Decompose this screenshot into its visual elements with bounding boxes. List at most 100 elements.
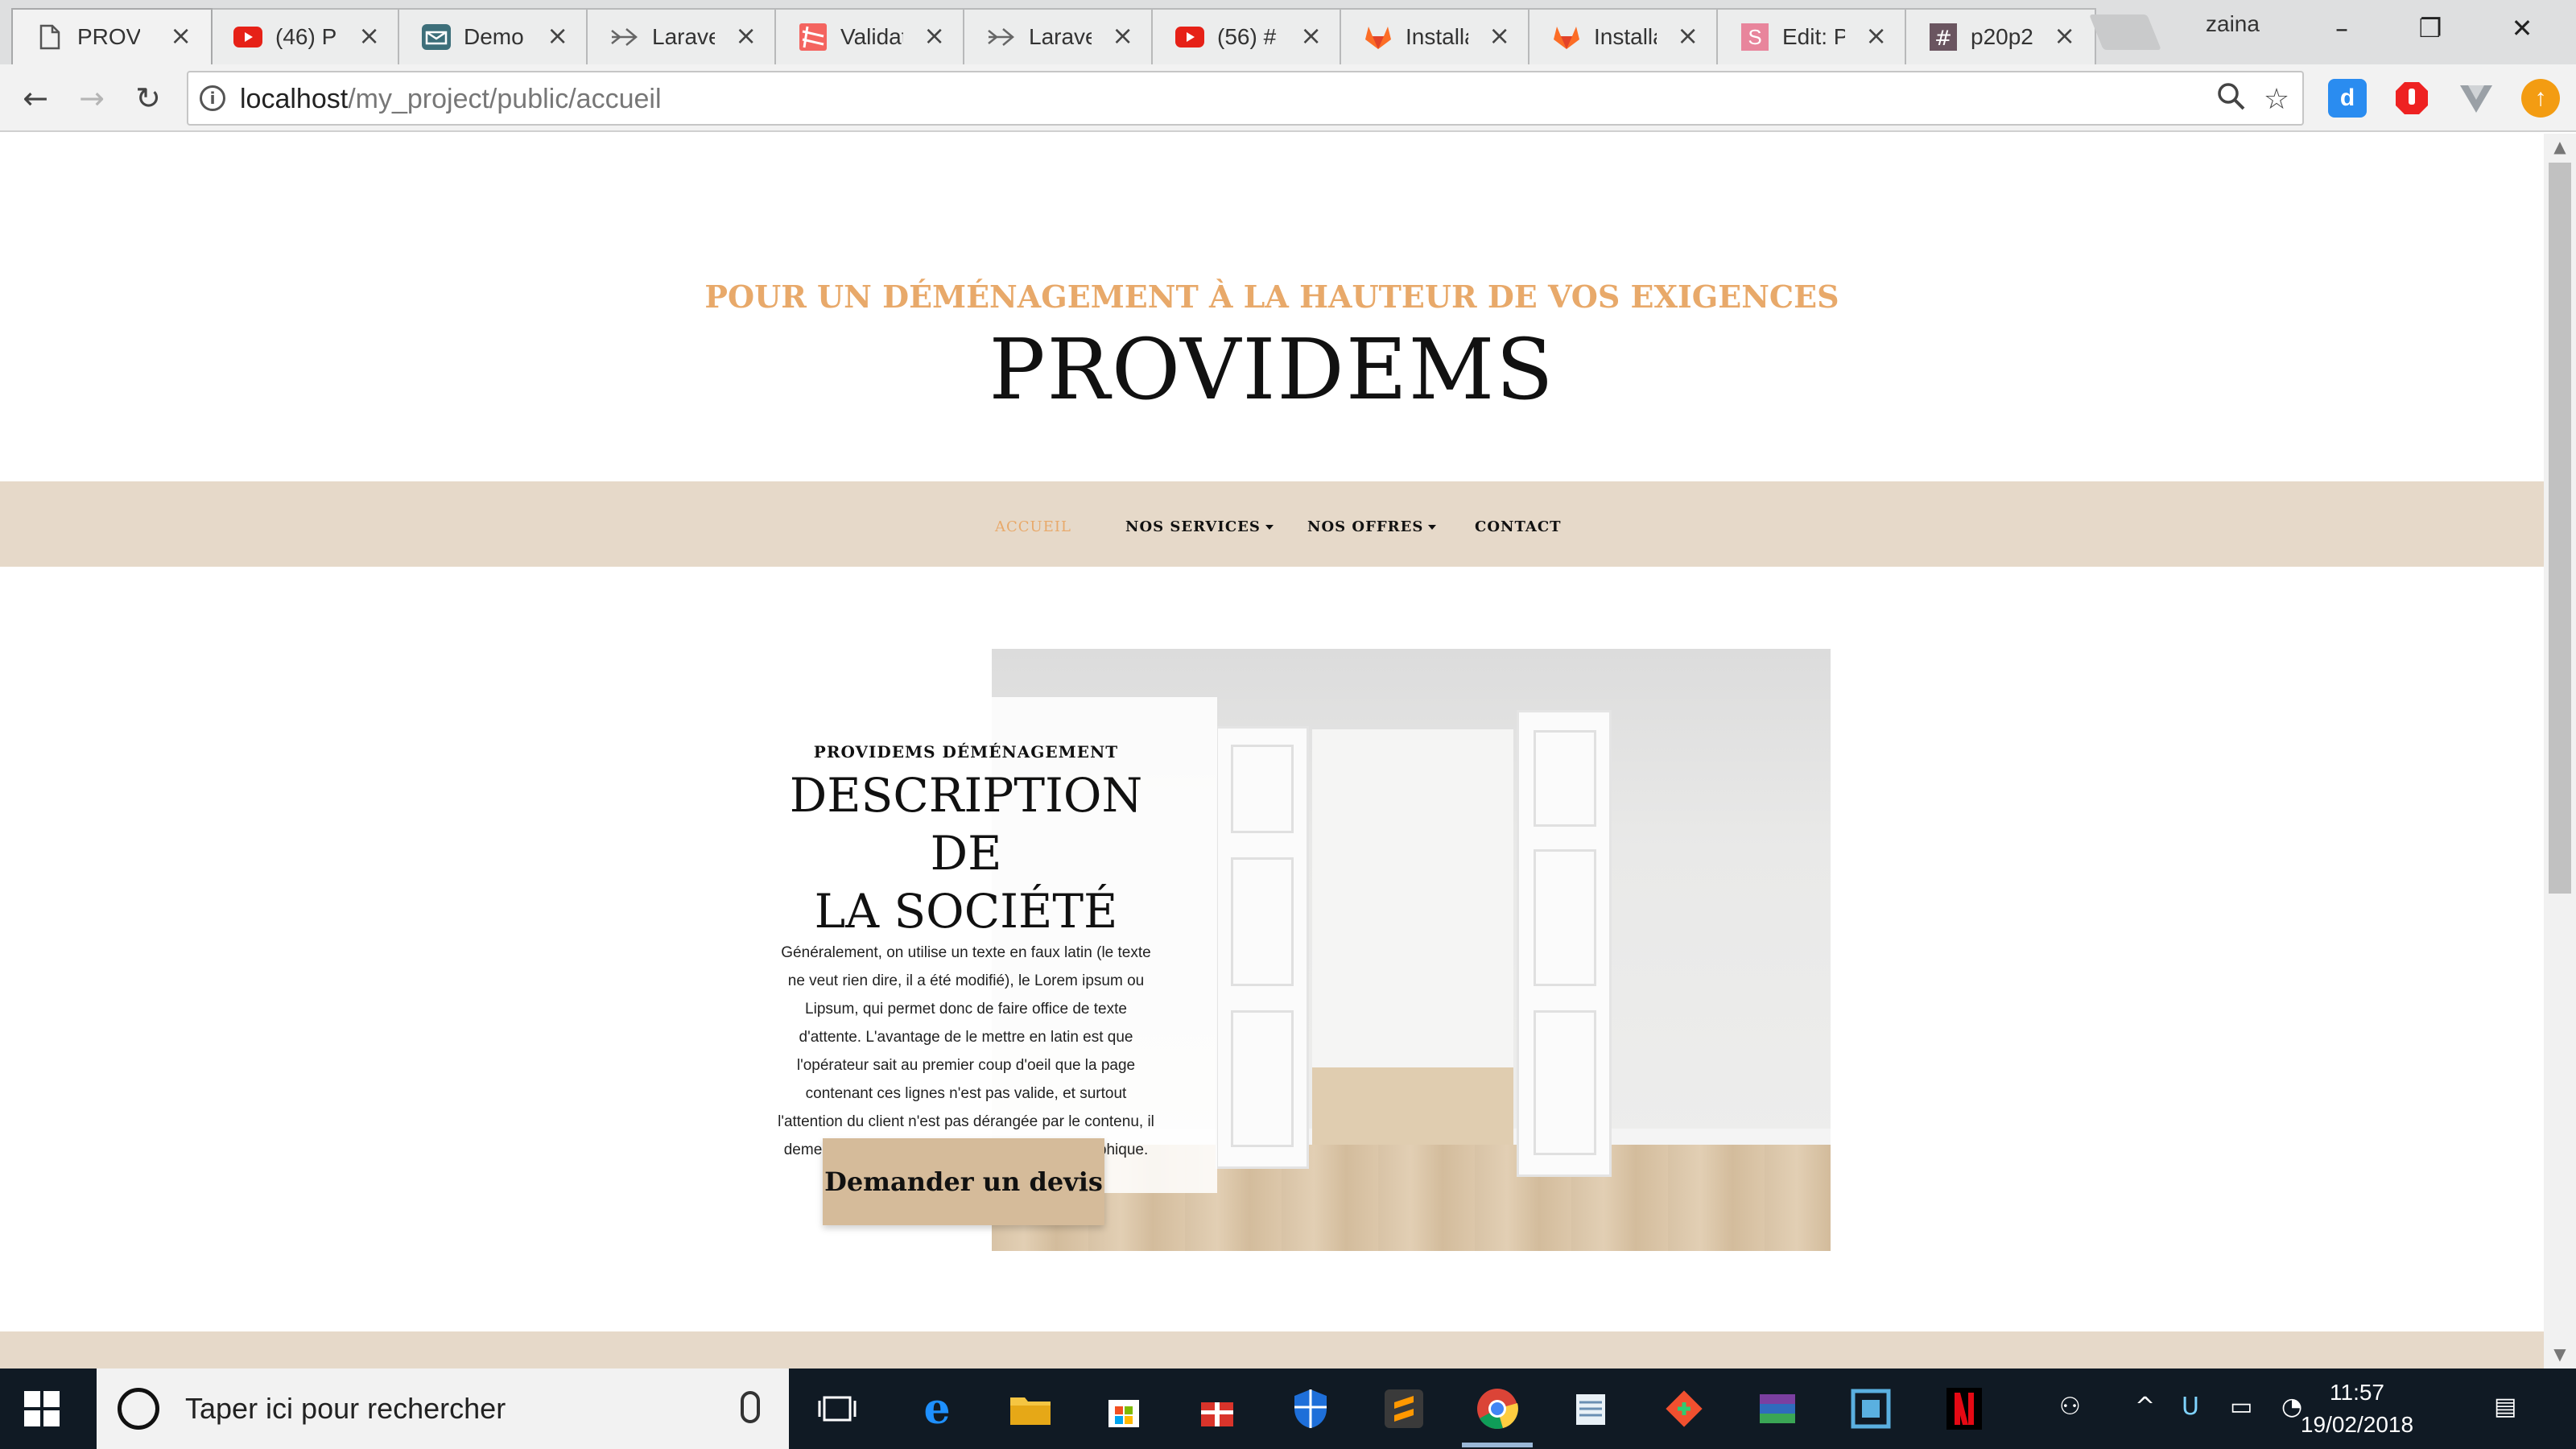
close-tab-icon[interactable]: ×: [1112, 21, 1133, 50]
tab-p20p2[interactable]: # p20p2 ×: [1905, 8, 2096, 64]
minimize-icon[interactable]: –: [2297, 6, 2386, 50]
close-tab-icon[interactable]: ×: [1488, 21, 1510, 50]
adblock-icon[interactable]: [2392, 79, 2431, 118]
tab-title: Edit: P: [1782, 24, 1845, 49]
url-text[interactable]: localhost/my_project/public/accueil: [240, 82, 662, 116]
tab-title: (46) PHP: [275, 24, 338, 49]
winrar-icon[interactable]: [1752, 1383, 1803, 1435]
tab-title: p20p2: [1971, 24, 2033, 49]
vuejs-devtools-icon[interactable]: [2457, 79, 2496, 118]
cortana-icon[interactable]: [118, 1388, 159, 1430]
section-description: Généralement, on utilise un texte en fau…: [760, 939, 1172, 1164]
tab-providems[interactable]: PROVIDEMS ×: [11, 8, 213, 64]
tab-demo[interactable]: Demo ×: [398, 8, 589, 64]
page-scrollbar[interactable]: ▲ ▼: [2544, 134, 2576, 1368]
virtual-machine-icon[interactable]: [1845, 1383, 1897, 1435]
close-tab-icon[interactable]: ×: [1865, 21, 1887, 50]
url-host: localhost: [240, 84, 349, 114]
chrome-icon[interactable]: [1462, 1383, 1533, 1447]
reload-icon[interactable]: ↻: [126, 76, 171, 121]
tab-edit[interactable]: S Edit: P ×: [1716, 8, 1908, 64]
scroll-up-icon[interactable]: ▲: [2550, 137, 2570, 156]
browser-toolbar: ← → ↻ i localhost/my_project/public/accu…: [0, 64, 2576, 132]
profile-name[interactable]: zaina: [2206, 11, 2260, 37]
door-panel: [1534, 1010, 1596, 1155]
site-brand-title[interactable]: PROVIDEMS: [0, 320, 2544, 419]
s-icon: S: [1740, 23, 1769, 52]
door-panel: [1534, 849, 1596, 986]
taskbar-clock[interactable]: 11:57 19/02/2018: [2293, 1377, 2421, 1441]
close-tab-icon[interactable]: ×: [1677, 21, 1699, 50]
description-line: Généralement, on utilise un texte en fau…: [781, 944, 1151, 961]
new-tab-button[interactable]: [2089, 14, 2161, 50]
sublime-text-icon[interactable]: [1378, 1383, 1430, 1435]
nav-nos-offres[interactable]: NOS OFFRES: [1307, 518, 1437, 535]
section-title: DESCRIPTION DE LA SOCIÉTÉ: [757, 766, 1175, 940]
windows-start-icon[interactable]: [24, 1391, 60, 1426]
close-tab-icon[interactable]: ×: [1300, 21, 1322, 50]
description-line: d'attente. L'avantage de le mettre en la…: [799, 1029, 1133, 1046]
restore-icon[interactable]: ❐: [2386, 6, 2475, 50]
edge-icon[interactable]: e: [911, 1383, 963, 1435]
scroll-down-icon[interactable]: ▼: [2550, 1344, 2570, 1364]
right-door-shape: [1517, 710, 1612, 1177]
address-bar[interactable]: i localhost/my_project/public/accueil ☆: [187, 71, 2304, 126]
bookmark-star-icon[interactable]: ☆: [2259, 82, 2294, 118]
scrollbar-thumb[interactable]: [2549, 163, 2571, 894]
windows-taskbar: Taper ici pour rechercher e ⚇ ^ U ▭ ◔ 11…: [0, 1368, 2576, 1449]
close-tab-icon[interactable]: ×: [547, 21, 568, 50]
request-quote-button[interactable]: Demander un devis: [823, 1138, 1104, 1225]
netflix-icon[interactable]: [1938, 1383, 1990, 1435]
gift-icon[interactable]: [1191, 1383, 1243, 1435]
update-icon[interactable]: ↑: [2521, 79, 2560, 118]
store-icon[interactable]: [1098, 1383, 1150, 1435]
nav-accueil[interactable]: ACCUEIL: [995, 518, 1071, 535]
caret-down-icon: [1428, 525, 1437, 530]
tray-chevron-icon[interactable]: ^: [2135, 1393, 2155, 1421]
door-panel: [1231, 745, 1294, 833]
close-tab-icon[interactable]: ×: [358, 21, 380, 50]
taskbar-search[interactable]: Taper ici pour rechercher: [97, 1368, 789, 1449]
git-icon[interactable]: [1658, 1383, 1710, 1435]
tab-validation[interactable]: Validation ×: [774, 8, 966, 64]
site-info-icon[interactable]: i: [200, 85, 225, 111]
tab-title: Installation: [1594, 24, 1657, 49]
close-tab-icon[interactable]: ×: [923, 21, 945, 50]
close-tab-icon[interactable]: ×: [2054, 21, 2075, 50]
battery-icon[interactable]: ▭: [2230, 1393, 2252, 1421]
hash-icon: #: [1929, 23, 1958, 52]
notepad-icon[interactable]: [1565, 1383, 1616, 1435]
nav-contact[interactable]: CONTACT: [1475, 518, 1562, 535]
tab-youtube-2[interactable]: (56) # ×: [1151, 8, 1343, 64]
gitlab-icon: [1552, 23, 1581, 52]
laravel-icon: [610, 23, 639, 52]
defender-icon[interactable]: [1285, 1383, 1336, 1435]
upwork-icon[interactable]: U: [2182, 1393, 2199, 1421]
tab-gitlab-2[interactable]: Installation ×: [1528, 8, 1719, 64]
back-arrow-icon[interactable]: ←: [13, 76, 58, 121]
tab-youtube-1[interactable]: (46) PHP ×: [209, 8, 401, 64]
next-section-strip: [0, 1331, 2544, 1368]
mail-icon: [422, 23, 451, 52]
youtube-icon: [233, 23, 262, 52]
site-tagline: POUR UN DÉMÉNAGEMENT À LA HAUTEUR DE VOS…: [704, 279, 1839, 315]
clock-date: 19/02/2018: [2300, 1412, 2414, 1437]
microphone-icon[interactable]: [741, 1391, 760, 1423]
tab-laravel-1[interactable]: Laravel ×: [586, 8, 778, 64]
file-explorer-icon[interactable]: [1005, 1383, 1056, 1435]
tab-gitlab-1[interactable]: Installation ×: [1340, 8, 1531, 64]
notifications-icon[interactable]: ▤: [2494, 1393, 2516, 1421]
description-line: Lipsum, qui permet donc de faire office …: [805, 1001, 1127, 1018]
svg-text:S: S: [1748, 25, 1761, 49]
zoom-icon[interactable]: [2214, 82, 2249, 118]
nav-nos-services[interactable]: NOS SERVICES: [1125, 518, 1274, 535]
people-icon[interactable]: ⚇: [2059, 1393, 2081, 1421]
tab-laravel-2[interactable]: Laravel ×: [963, 8, 1154, 64]
extension-d-icon[interactable]: d: [2328, 79, 2367, 118]
tab-title: PROVIDEMS: [77, 24, 140, 49]
task-view-icon[interactable]: [811, 1383, 863, 1435]
close-tab-icon[interactable]: ×: [170, 21, 192, 50]
close-tab-icon[interactable]: ×: [735, 21, 757, 50]
forward-arrow-icon[interactable]: →: [69, 76, 114, 121]
close-window-icon[interactable]: ✕: [2478, 6, 2566, 50]
